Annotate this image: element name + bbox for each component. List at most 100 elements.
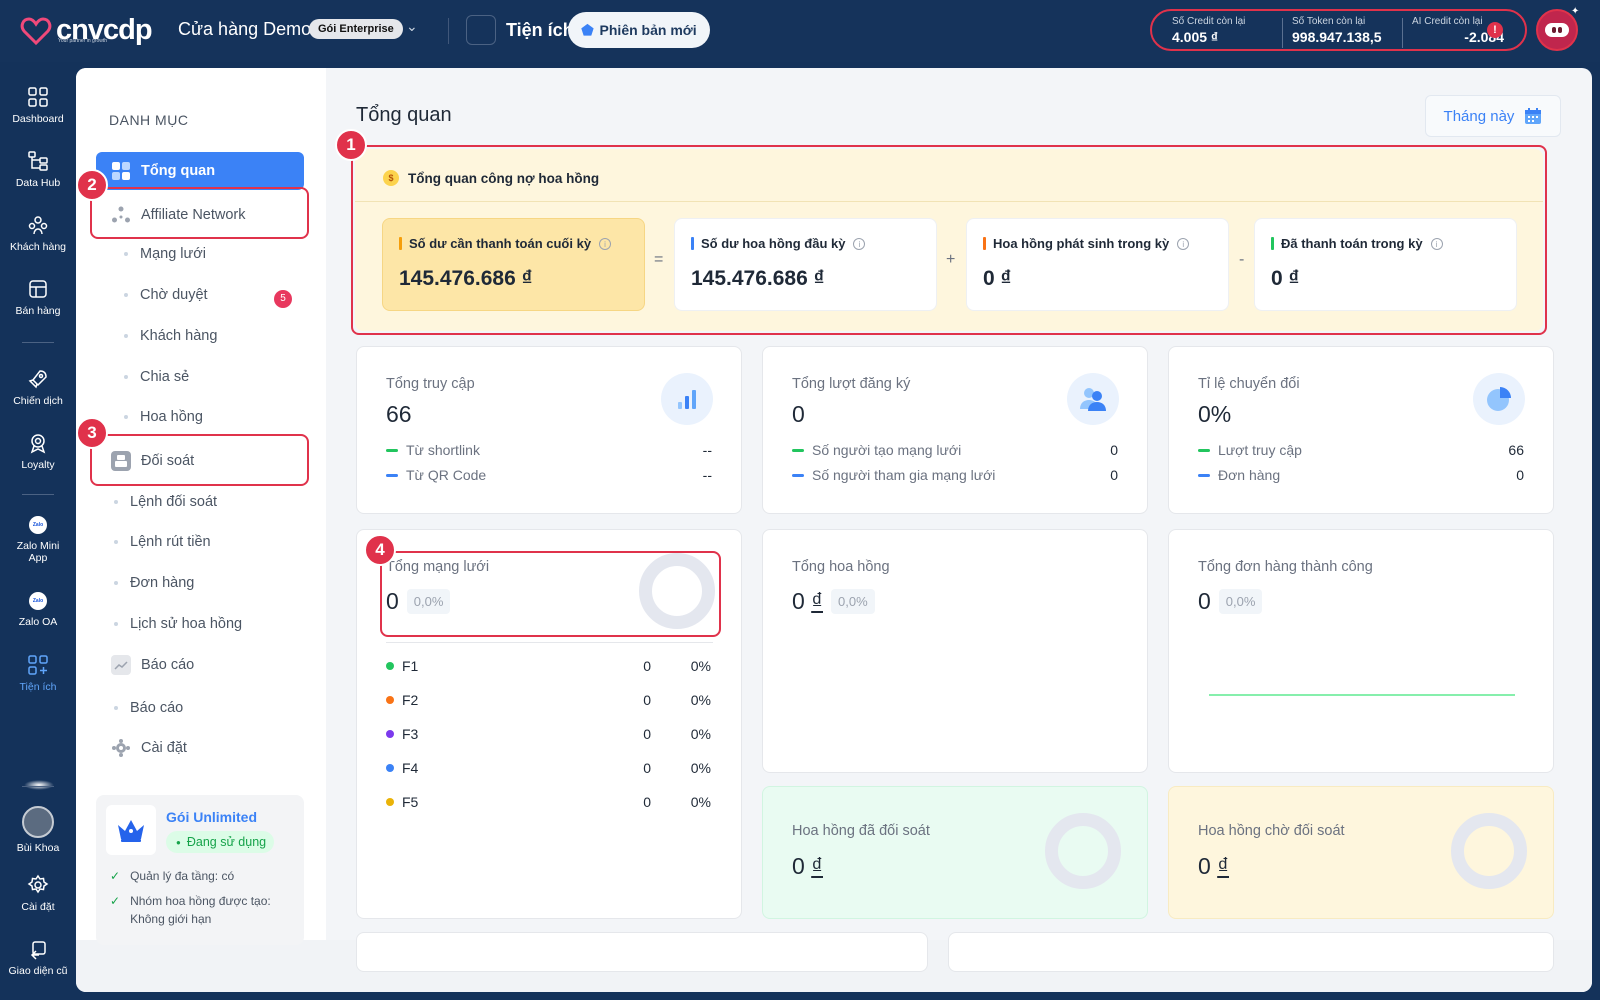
orders-value: 0 <box>1198 588 1211 614</box>
subnav-reports[interactable]: Báo cáo <box>96 646 304 684</box>
successful-orders-card: Tổng đơn hàng thành công 0 0,0% <box>1168 529 1554 773</box>
level-name: F3 <box>402 726 419 742</box>
level-percent: 0% <box>690 692 711 708</box>
nav-customers[interactable]: Khách hàng <box>0 214 76 253</box>
subnav-commission-history[interactable]: Lịch sử hoa hồng <box>114 616 242 632</box>
level-name: F2 <box>402 692 419 708</box>
commission-value-row: 0 ₫ 0,0% <box>792 588 875 615</box>
ai-credit-value: -2.084 <box>1464 28 1504 45</box>
nav-label: Tiện ích <box>19 681 57 693</box>
subnav-commission[interactable]: Hoa hồng <box>124 409 203 425</box>
subnav-network[interactable]: Mạng lưới <box>124 246 206 262</box>
pending-commission-card: Hoa hồng chờ đối soát 0 ₫ <box>1168 786 1554 919</box>
loyalty-icon <box>30 434 46 454</box>
bottom-card <box>948 932 1554 972</box>
plan-status-badge: Đang sử dụng <box>166 831 275 853</box>
subnav-settings[interactable]: Cài đặt <box>96 729 304 767</box>
nav-label: Data Hub <box>15 177 61 189</box>
nav-label: Loyalty <box>21 459 55 471</box>
orders-title: Tổng đơn hàng thành công <box>1198 559 1373 575</box>
commission-title: Tổng hoa hồng <box>792 559 890 575</box>
subnav-reconcile-orders[interactable]: Lệnh đối soát <box>114 494 217 510</box>
new-version-button[interactable]: ⬟ Phiên bản mới <box>568 12 710 48</box>
new-version-label: Phiên bản mới <box>599 22 697 38</box>
avatar-icon <box>22 806 54 838</box>
subnav-share[interactable]: Chia sẻ <box>124 369 189 385</box>
subnav-orders[interactable]: Đơn hàng <box>114 575 194 591</box>
badge-icon: ⬟ <box>581 21 594 38</box>
plan-badge: Gói Enterprise <box>309 19 403 39</box>
level-percent: 0% <box>690 760 711 776</box>
stat-row: Từ shortlink <box>386 442 480 458</box>
chart-icon <box>111 655 131 675</box>
pie-chart-icon <box>1473 373 1525 425</box>
commission-value: 0 <box>792 588 805 614</box>
nav-label: Dashboard <box>12 113 64 125</box>
main-panel: DANH MỤC Tổng quan Affiliate Network Mạn… <box>76 68 1592 992</box>
logo-tagline: Your partner in growth <box>58 38 108 44</box>
nav-utilities[interactable]: Tiện ích <box>0 654 76 693</box>
subnav-customers[interactable]: Khách hàng <box>124 328 217 344</box>
nav-dashboard[interactable]: Dashboard <box>0 86 76 125</box>
gear-icon <box>111 738 131 758</box>
row-value: 0 <box>1110 442 1118 458</box>
chevron-down-icon[interactable]: ⌄ <box>406 18 418 35</box>
subnav-pending[interactable]: Chờ duyệt <box>124 287 208 303</box>
crown-icon <box>106 805 156 855</box>
subnav-reports-label: Báo cáo <box>141 657 195 673</box>
nav-sales[interactable]: Bán hàng <box>0 278 76 317</box>
nav-loyalty[interactable]: Loyalty <box>0 432 76 471</box>
nav-zalo-mini-app[interactable]: Zalo Zalo Mini App <box>0 516 76 564</box>
token-value: 998.947.138,5 <box>1292 28 1382 45</box>
nav-label: Zalo Mini App <box>16 540 60 564</box>
credit-summary[interactable]: Số Credit còn lại 4.005 ₫ Số Token còn l… <box>1150 9 1527 51</box>
subnav-report[interactable]: Báo cáo <box>114 700 183 716</box>
nav-settings[interactable]: Cài đặt <box>0 874 76 913</box>
level-row: F1 0 0% <box>386 658 711 674</box>
level-count: 0 <box>643 726 651 742</box>
subnav-overview[interactable]: Tổng quan <box>96 152 304 190</box>
level-name: F1 <box>402 658 419 674</box>
subnav-withdraw-orders[interactable]: Lệnh rút tiền <box>114 534 211 550</box>
commission-percent: 0,0% <box>831 589 875 614</box>
stat-card-conversion: Tỉ lệ chuyển đổi 0% Lượt truy cập 66 Đơn… <box>1168 346 1554 514</box>
nav-zalo-oa[interactable]: Zalo Zalo OA <box>0 592 76 628</box>
level-percent: 0% <box>690 794 711 810</box>
callout-1: 1 <box>335 129 367 161</box>
pending-title: Hoa hồng chờ đối soát <box>1198 823 1345 839</box>
nav-legacy-ui[interactable]: Giao diện cũ <box>0 938 76 977</box>
divider <box>386 642 713 643</box>
tool-icon[interactable] <box>466 15 496 45</box>
nav-data-hub[interactable]: Data Hub <box>0 150 76 189</box>
stat-value: 0 <box>792 401 805 427</box>
calendar-icon <box>1525 108 1542 124</box>
pending-value: 0 <box>1198 853 1211 879</box>
nav-user-profile[interactable]: Bùi Khoa <box>0 806 76 854</box>
pending-count-badge: 5 <box>274 290 292 308</box>
info-icon[interactable]: ! <box>1487 22 1503 38</box>
back-icon <box>30 941 46 960</box>
divider <box>448 18 449 44</box>
token-balance: Số Token còn lại 998.947.138,5 <box>1282 16 1402 48</box>
plan-feature: ✓ Nhóm hoa hồng được tạo: Không giới hạn <box>110 892 300 928</box>
nav-label: Chiến dịch <box>13 395 63 407</box>
level-count: 0 <box>643 692 651 708</box>
store-icon <box>29 280 47 298</box>
nav-campaigns[interactable]: Chiến dịch <box>0 368 76 407</box>
store-name[interactable]: Cửa hàng Demo <box>178 19 311 40</box>
nav-label: Zalo OA <box>18 616 58 628</box>
check-icon: ✓ <box>110 869 121 883</box>
row-label: Từ shortlink <box>406 442 480 458</box>
stat-title: Tổng truy cập <box>386 376 475 392</box>
credit-value: 4.005 ₫ <box>1172 28 1219 45</box>
bottom-card <box>356 932 928 972</box>
callout-2: 2 <box>76 169 108 201</box>
reconciled-commission-card: Hoa hồng đã đối soát 0 ₫ <box>762 786 1148 919</box>
tool-title: Tiện ích <box>506 20 574 40</box>
stat-card-visits: Tổng truy cập 66 Từ shortlink -- Từ QR C… <box>356 346 742 514</box>
callout-3: 3 <box>76 417 108 449</box>
bar-chart-icon <box>661 373 713 425</box>
top-bar: cnvcdp Your partner in growth Cửa hàng D… <box>0 0 1600 62</box>
period-picker-button[interactable]: Tháng này <box>1425 95 1561 137</box>
level-percent: 0% <box>690 726 711 742</box>
